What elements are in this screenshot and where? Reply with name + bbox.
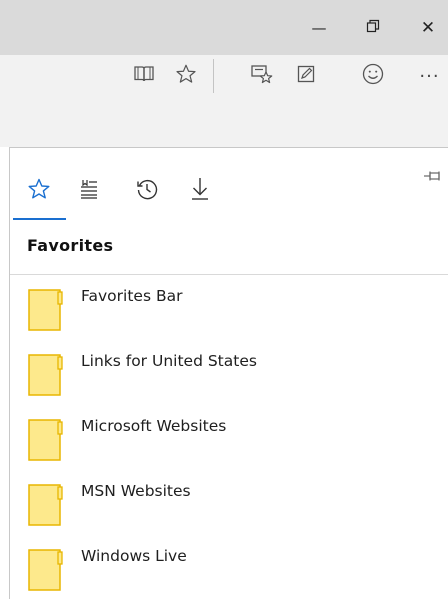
web-note-icon: [296, 64, 316, 88]
hub-icon: [250, 63, 274, 89]
more-icon: ···: [419, 65, 440, 87]
minimize-button[interactable]: —: [299, 0, 339, 55]
hub-panel: Favorites Favorites Bar Links for United…: [9, 147, 448, 599]
favorite-folder-item[interactable]: Microsoft Websites: [10, 405, 448, 470]
add-favorite-icon: [175, 63, 197, 89]
star-icon: [27, 177, 51, 205]
feedback-icon: [361, 62, 385, 90]
reading-list-icon: [77, 177, 101, 205]
web-note-button[interactable]: [289, 55, 323, 97]
history-icon: [135, 177, 159, 205]
page-strip: [0, 97, 448, 147]
hub-button[interactable]: [245, 55, 279, 97]
close-icon: ✕: [420, 17, 436, 38]
favorite-label: Microsoft Websites: [81, 417, 227, 435]
toolbar-separator: [213, 59, 214, 93]
download-icon: [188, 176, 212, 206]
folder-icon: [28, 354, 64, 396]
favorite-folder-item[interactable]: Windows Live: [10, 535, 448, 600]
tab-favorites[interactable]: [17, 170, 61, 212]
folder-icon: [28, 484, 64, 526]
restore-button[interactable]: [353, 0, 393, 55]
pin-button[interactable]: [422, 166, 444, 186]
title-bar: — ✕: [0, 0, 448, 55]
active-tab-indicator: [13, 218, 66, 220]
close-button[interactable]: ✕: [408, 0, 448, 55]
favorite-folder-item[interactable]: MSN Websites: [10, 470, 448, 535]
reading-view-icon: [133, 64, 155, 88]
tab-reading-list[interactable]: [67, 170, 111, 212]
restore-icon: [366, 18, 380, 37]
folder-icon: [28, 289, 64, 331]
pin-icon: [423, 167, 443, 186]
folder-icon: [28, 419, 64, 461]
browser-toolbar: ···: [0, 55, 448, 97]
folder-icon: [28, 549, 64, 591]
favorite-label: Favorites Bar: [81, 287, 183, 305]
favorite-label: MSN Websites: [81, 482, 191, 500]
favorite-label: Links for United States: [81, 352, 257, 370]
favorite-folder-item[interactable]: Favorites Bar: [10, 275, 448, 340]
tab-downloads[interactable]: [178, 170, 222, 212]
reading-view-button[interactable]: [127, 55, 161, 97]
favorite-folder-item[interactable]: Links for United States: [10, 340, 448, 405]
section-title: Favorites: [27, 236, 114, 255]
minimize-icon: —: [311, 18, 327, 37]
favorites-list: Favorites Bar Links for United States Mi…: [10, 275, 448, 600]
add-favorite-button[interactable]: [169, 55, 203, 97]
tab-history[interactable]: [125, 170, 169, 212]
favorite-label: Windows Live: [81, 547, 187, 565]
feedback-button[interactable]: [356, 55, 390, 97]
more-button[interactable]: ···: [411, 55, 448, 97]
